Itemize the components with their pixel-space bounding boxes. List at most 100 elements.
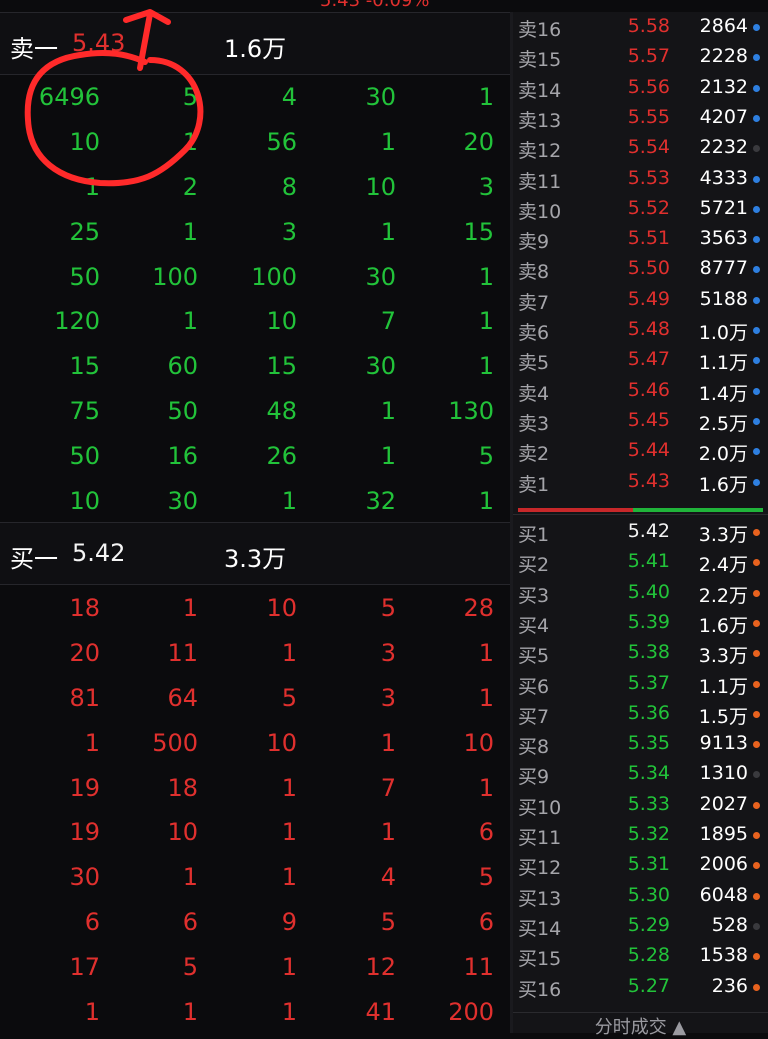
queue-order-size: 1	[478, 307, 494, 336]
queue-order-size: 200	[448, 998, 494, 1027]
ask-level-volume: 1.1万	[698, 352, 748, 375]
queue-row: 17 5 1 12 11	[0, 945, 510, 990]
bid-level-row[interactable]: 买13 5.30 6048	[513, 881, 768, 911]
ask-level-price: 5.48	[627, 318, 670, 340]
ask-level-row[interactable]: 卖12 5.54 2232	[513, 133, 768, 163]
bid-level-row[interactable]: 买5 5.38 3.3万	[513, 638, 768, 668]
ask-level-label: 卖7	[518, 291, 550, 314]
bid-level-label: 买16	[518, 978, 562, 1001]
bid-level-indicator-dot	[753, 862, 760, 870]
bid-level-row[interactable]: 买2 5.41 2.4万	[513, 547, 768, 577]
queue-row: 50 100 100 30 1	[0, 255, 510, 300]
bid-level-label: 买13	[518, 887, 562, 910]
bid-level-row[interactable]: 买11 5.32 1895	[513, 820, 768, 850]
queue-order-size: 50	[167, 397, 198, 426]
queue-order-size: 48	[266, 397, 297, 426]
bid-level-row[interactable]: 买6 5.37 1.1万	[513, 669, 768, 699]
top-price-change: 5.43 -0.09%	[320, 0, 430, 11]
ask-level-row[interactable]: 卖9 5.51 3563	[513, 224, 768, 254]
ask-level-indicator-dot	[753, 266, 760, 274]
bid-level-row[interactable]: 买15 5.28 1538	[513, 941, 768, 971]
queue-order-size: 50	[69, 442, 100, 471]
bid-level-volume: 9113	[699, 732, 748, 755]
ask-level-row[interactable]: 卖4 5.46 1.4万	[513, 376, 768, 406]
order-book-panel: 卖16 5.58 2864 卖15 5.57 2228 卖14 5.56 2132 卖13 5.55…	[513, 12, 768, 1038]
bid-level-row[interactable]: 买9 5.34 1310	[513, 759, 768, 789]
queue-order-size: 3	[478, 172, 494, 201]
queue-order-size: 19	[69, 818, 100, 847]
queue-order-size: 1	[281, 638, 297, 667]
bid-level-indicator-dot	[753, 650, 760, 658]
bid-level-indicator-dot	[753, 771, 760, 779]
bid-level-indicator-dot	[753, 589, 760, 597]
queue-order-size: 1	[182, 217, 198, 246]
ask-level-row[interactable]: 卖15 5.57 2228	[513, 42, 768, 72]
queue-row: 10 1 56 1 20	[0, 120, 510, 165]
bid-level-price: 5.37	[627, 671, 670, 694]
queue-order-size: 9	[281, 908, 297, 937]
queue-row: 50 16 26 1 5	[0, 434, 510, 479]
bid-level-volume: 1895	[699, 823, 748, 845]
bid-level-volume: 2006	[699, 853, 748, 876]
bid-level-indicator-dot	[753, 922, 760, 930]
ask-level-price: 5.44	[627, 439, 670, 462]
ask-level-label: 卖14	[518, 79, 562, 102]
queue-order-size: 1	[182, 307, 198, 336]
queue-order-size: 1	[182, 127, 198, 156]
ask-level-row[interactable]: 卖14 5.56 2132	[513, 73, 768, 103]
queue-order-size: 1	[182, 594, 198, 622]
ask-level-row[interactable]: 卖8 5.50 8777	[513, 254, 768, 284]
ask-level-row[interactable]: 卖16 5.58 2864	[513, 12, 768, 42]
bid-level-indicator-dot	[753, 619, 760, 627]
bid-level-row[interactable]: 买1 5.42 3.3万	[513, 517, 768, 547]
ask-level-row[interactable]: 卖10 5.52 5721	[513, 194, 768, 224]
queue-order-size: 15	[69, 352, 100, 381]
bid-level-row[interactable]: 买10 5.33 2027	[513, 790, 768, 820]
queue-order-size: 19	[69, 773, 100, 802]
bid-level-indicator-dot	[753, 741, 760, 749]
bid-level-price: 5.32	[627, 823, 670, 845]
ask-level-row[interactable]: 卖5 5.47 1.1万	[513, 345, 768, 375]
bid-level-volume: 1.6万	[698, 614, 748, 637]
ask-level-price: 5.56	[627, 75, 670, 98]
queue-order-size: 6	[84, 908, 100, 937]
ask-level-row[interactable]: 卖1 5.43 1.6万	[513, 467, 768, 497]
sell-queue-grid: 6496 5 4 30 1 10 1 56 1 20 1 2 8 10 3 25 1 3 1 15 50 100 100 30…	[0, 75, 510, 524]
queue-order-size: 1	[380, 818, 396, 847]
queue-order-size: 64	[167, 683, 198, 712]
ask-level-price: 5.43	[627, 469, 670, 492]
bid-level-row[interactable]: 买4 5.39 1.6万	[513, 608, 768, 638]
queue-row: 75 50 48 1 130	[0, 389, 510, 434]
bid-level-indicator-dot	[753, 529, 760, 536]
ask-level-indicator-dot	[753, 205, 760, 213]
ask-level-indicator-dot	[753, 24, 760, 31]
bid-level-row[interactable]: 买7 5.36 1.5万	[513, 699, 768, 729]
ask-bid-separator	[513, 514, 768, 515]
queue-order-size: 1	[478, 773, 494, 802]
bid-level-label: 买11	[518, 827, 562, 849]
ask-level-row[interactable]: 卖2 5.44 2.0万	[513, 436, 768, 466]
queue-order-size: 5	[182, 83, 198, 111]
queue-order-size: 26	[266, 442, 297, 471]
bid-ratio-segment	[633, 508, 763, 512]
ask-level-volume: 8777	[699, 257, 748, 280]
bid-level-volume: 6048	[699, 883, 748, 906]
ask-level-volume: 2132	[699, 75, 748, 98]
ask-level-row[interactable]: 卖7 5.49 5188	[513, 285, 768, 315]
queue-order-size: 75	[69, 397, 100, 426]
ask-level-indicator-dot	[753, 236, 760, 244]
queue-row: 25 1 3 1 15	[0, 210, 510, 255]
bid-level-row[interactable]: 买12 5.31 2006	[513, 850, 768, 880]
time-and-sales-tab[interactable]: 分时成交 ▲	[513, 1012, 768, 1038]
queue-panel: 卖一 5.43 1.6万 6496 5 4 30 1 10 1 56 1 20 1 2 8 10 3 25 1 3…	[0, 12, 510, 1033]
bid-level-row[interactable]: 买14 5.29 528	[513, 911, 768, 941]
queue-order-size: 1	[281, 998, 297, 1027]
queue-row: 19 18 1 7 1	[0, 766, 510, 811]
ask-level-row[interactable]: 卖11 5.53 4333	[513, 164, 768, 194]
bid-level-row[interactable]: 买3 5.40 2.2万	[513, 578, 768, 608]
ask-level-row[interactable]: 卖6 5.48 1.0万	[513, 315, 768, 345]
bid-level-row[interactable]: 买8 5.35 9113	[513, 729, 768, 759]
bid-level-row[interactable]: 买16 5.27 236	[513, 972, 768, 1002]
ask-level-row[interactable]: 卖3 5.45 2.5万	[513, 406, 768, 436]
ask-level-row[interactable]: 卖13 5.55 4207	[513, 103, 768, 133]
